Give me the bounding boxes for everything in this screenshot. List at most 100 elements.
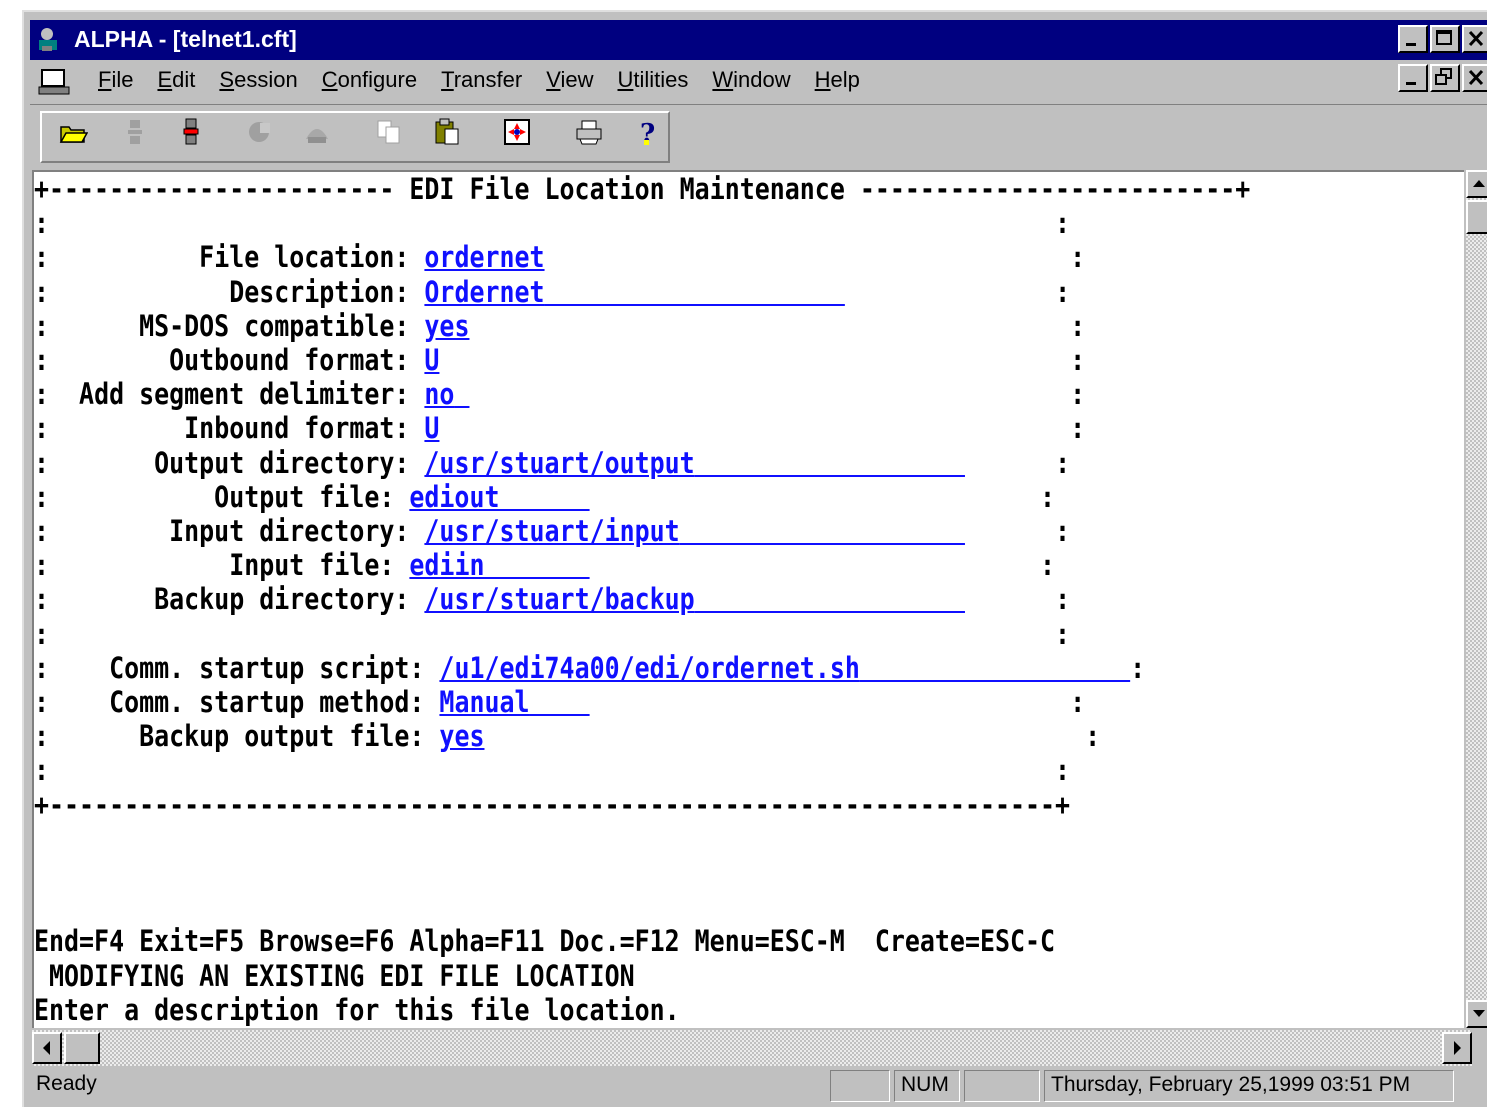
ms-dos-compatible-label: MS-DOS compatible: (139, 308, 410, 343)
maximize-button[interactable] (1430, 25, 1460, 53)
menu-session[interactable]: Session (207, 67, 309, 93)
output-directory-field[interactable]: /usr/stuart/output (424, 446, 965, 480)
close-button[interactable] (1462, 25, 1487, 53)
prompt-line: Enter a description for this file locati… (34, 992, 680, 1027)
comm-startup-method-label: Comm. startup method: (109, 685, 425, 720)
add-segment-delimiter-label: Add segment delimiter: (79, 377, 410, 412)
close-icon (1468, 69, 1484, 86)
file-location-label: File location: (199, 240, 410, 275)
terminal-text: +----------------------- EDI File Locati… (34, 172, 1251, 1027)
menu-edit-accel: E (157, 67, 173, 92)
num-lock-indicator: NUM (894, 1070, 960, 1102)
menu-edit[interactable]: Edit (145, 67, 207, 93)
comm-startup-script-field[interactable]: /u1/edi74a00/edi/ordernet.sh (439, 651, 1130, 685)
box-title: EDI File Location Maintenance (409, 172, 845, 206)
output-directory-value: /usr/stuart/output (424, 445, 695, 480)
capture-icon[interactable] (244, 117, 274, 147)
menu-configure-label: onfigure (337, 67, 418, 92)
restore-icon (1435, 68, 1452, 85)
scroll-right-button[interactable] (1442, 1032, 1472, 1064)
outbound-format-field[interactable]: U (424, 343, 439, 377)
minimize-icon (1406, 82, 1416, 85)
open-folder-icon[interactable] (58, 117, 88, 147)
input-directory-field[interactable]: /usr/stuart/input (424, 514, 965, 548)
paste-icon[interactable] (432, 117, 462, 147)
comm-startup-method-value: Manual (439, 685, 530, 720)
menu-bar: File Edit Session Configure Transfer Vie… (30, 64, 1487, 100)
comm-startup-method-field[interactable]: Manual (439, 685, 589, 719)
backup-directory-value: /usr/stuart/backup (424, 582, 695, 617)
backup-directory-label: Backup directory: (154, 582, 410, 617)
menu-window[interactable]: Window (700, 67, 802, 93)
backup-directory-field[interactable]: /usr/stuart/backup (424, 582, 965, 616)
vertical-scroll-thumb[interactable] (1466, 200, 1487, 234)
help-icon[interactable]: ? (632, 117, 662, 147)
box-top-border-right: -------------------------+ (859, 172, 1251, 206)
add-segment-delimiter-field[interactable]: no (424, 377, 469, 411)
settings-icon[interactable] (502, 117, 532, 147)
vertical-scrollbar[interactable] (1466, 170, 1487, 1028)
mode-line: MODIFYING AN EXISTING EDI FILE LOCATION (34, 958, 635, 993)
status-message: Ready (36, 1072, 97, 1095)
child-restore-button[interactable] (1430, 64, 1460, 92)
output-file-label: Output file: (214, 479, 395, 514)
copy-icon[interactable] (374, 117, 404, 147)
comm-startup-script-label: Comm. startup script: (109, 650, 425, 685)
disconnect-icon[interactable] (120, 117, 150, 147)
menu-configure-accel: C (321, 67, 338, 92)
horizontal-scroll-thumb[interactable] (64, 1032, 100, 1064)
input-file-field[interactable]: ediin (409, 548, 589, 582)
arrow-right-icon (1454, 1041, 1461, 1055)
menu-help[interactable]: Help (803, 67, 872, 93)
minimize-button[interactable] (1398, 25, 1428, 53)
inbound-format-field[interactable]: U (424, 411, 439, 445)
input-file-value: ediin (409, 548, 485, 583)
child-close-button[interactable] (1462, 64, 1487, 92)
menu-file-accel: F (98, 67, 112, 92)
child-minimize-button[interactable] (1398, 64, 1428, 92)
comm-startup-script-value: /u1/edi74a00/edi/ordernet.sh (439, 650, 860, 685)
menu-help-accel: H (814, 67, 831, 92)
menu-transfer-accel: T (441, 67, 454, 92)
backup-output-file-field[interactable]: yes (439, 719, 484, 753)
toolbar: ? (30, 104, 1487, 167)
output-directory-label: Output directory: (154, 445, 410, 480)
scroll-down-button[interactable] (1466, 1000, 1487, 1028)
box-bottom-border: +---------------------------------------… (34, 787, 1071, 822)
horizontal-scrollbar[interactable] (32, 1030, 1472, 1066)
phonebook-icon[interactable] (302, 117, 332, 147)
menu-utilities-label: tilities (633, 67, 689, 92)
description-label: Description: (229, 274, 410, 309)
title-bar[interactable]: ALPHA - [telnet1.cft] (30, 20, 1487, 60)
print-icon[interactable] (574, 117, 604, 147)
menu-view-label: iew (560, 67, 594, 92)
status-empty-panel-2 (964, 1070, 1040, 1102)
menu-file[interactable]: File (86, 67, 145, 93)
connect-icon[interactable] (176, 117, 206, 147)
status-empty-panel (830, 1070, 890, 1102)
menu-transfer-label: ransfer (453, 67, 523, 92)
terminal-document-icon[interactable] (38, 68, 72, 96)
arrow-down-icon (1473, 1010, 1485, 1017)
backup-output-file-label: Backup output file: (139, 719, 425, 754)
output-file-value: ediout (409, 479, 500, 514)
ms-dos-compatible-field[interactable]: yes (424, 309, 469, 343)
output-file-field[interactable]: ediout (409, 480, 589, 514)
input-directory-value: /usr/stuart/input (424, 514, 680, 549)
file-location-field[interactable]: ordernet (424, 240, 544, 274)
terminal-screen[interactable]: +----------------------- EDI File Locati… (32, 170, 1464, 1028)
menu-configure[interactable]: Configure (310, 67, 429, 93)
scroll-left-button[interactable] (32, 1032, 62, 1064)
input-directory-label: Input directory: (169, 514, 410, 549)
app-icon (39, 28, 57, 51)
menu-view[interactable]: View (534, 67, 605, 93)
scroll-up-button[interactable] (1466, 170, 1487, 198)
menu-utilities[interactable]: Utilities (606, 67, 701, 93)
add-segment-delimiter-value: no (424, 377, 455, 412)
description-field[interactable]: Ordernet (424, 275, 844, 309)
inbound-format-label: Inbound format: (184, 411, 410, 446)
minimize-icon (1406, 43, 1416, 46)
close-icon (1468, 30, 1484, 47)
status-bar: Ready NUM Thursday, February 25,1999 03:… (30, 1068, 1487, 1106)
menu-transfer[interactable]: Transfer (429, 67, 534, 93)
